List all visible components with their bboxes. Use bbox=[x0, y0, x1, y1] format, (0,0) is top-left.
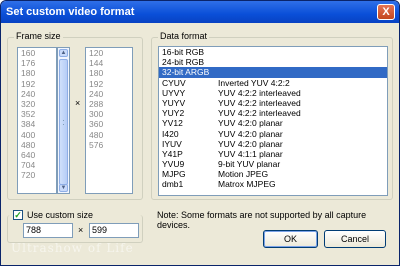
width-list-item[interactable]: 240 bbox=[18, 89, 56, 99]
height-list-item[interactable]: 144 bbox=[86, 58, 132, 68]
format-code: Y41P bbox=[162, 148, 183, 159]
format-code: YUY2 bbox=[162, 108, 185, 119]
data-format-item[interactable]: YV12 YUV 4:2:0 planar bbox=[159, 118, 387, 128]
width-list-item[interactable]: 480 bbox=[18, 140, 56, 150]
height-list-item[interactable]: 360 bbox=[86, 119, 132, 129]
data-format-item[interactable]: YVU9 9-bit YUV planar bbox=[159, 159, 387, 169]
data-format-item[interactable]: dmb1 Matrox MJPEG bbox=[159, 179, 387, 189]
format-description: Matrox MJPEG bbox=[218, 179, 276, 190]
custom-width-input[interactable]: 788 bbox=[23, 223, 73, 238]
frame-size-times: × bbox=[75, 98, 81, 108]
format-code: MJPG bbox=[162, 169, 186, 180]
format-support-note: Note: Some formats are not supported by … bbox=[157, 210, 367, 230]
format-code: 32-bit ARGB bbox=[162, 67, 210, 78]
frame-size-label: Frame size bbox=[14, 31, 63, 41]
data-format-item[interactable]: 24-bit RGB bbox=[159, 57, 387, 67]
data-format-item[interactable]: UYVY YUV 4:2:2 interleaved bbox=[159, 88, 387, 98]
cancel-button[interactable]: Cancel bbox=[324, 230, 386, 248]
height-list-item[interactable]: 120 bbox=[86, 48, 132, 58]
ok-button[interactable]: OK bbox=[263, 230, 318, 248]
data-format-item[interactable]: CYUV Inverted YUV 4:2:2 bbox=[159, 78, 387, 88]
watermark-text: Ultrashow of Life bbox=[11, 241, 134, 255]
data-format-item[interactable]: 16-bit RGB bbox=[159, 47, 387, 57]
format-code: YVU9 bbox=[162, 159, 185, 170]
data-format-item[interactable]: I420 YUV 4:2:0 planar bbox=[159, 129, 387, 139]
format-code: YV12 bbox=[162, 118, 183, 129]
format-description: Inverted YUV 4:2:2 bbox=[218, 77, 290, 88]
data-format-item[interactable]: Y41P YUV 4:1:1 planar bbox=[159, 149, 387, 159]
height-list-item[interactable]: 576 bbox=[86, 140, 132, 150]
data-format-list[interactable]: 16-bit RGB 24-bit RGB 32-bit ARGB CYUV Inver… bbox=[158, 46, 388, 196]
scroll-grip-icon bbox=[63, 120, 64, 125]
dialog-window: Set custom video format X Frame size 160… bbox=[0, 0, 400, 266]
format-description: YUV 4:2:2 interleaved bbox=[218, 97, 301, 108]
data-format-item[interactable]: YUY2 YUV 4:2:2 interleaved bbox=[159, 108, 387, 118]
width-list-item[interactable]: 180 bbox=[18, 68, 56, 78]
data-format-item[interactable]: 32-bit ARGB bbox=[159, 67, 387, 78]
height-list-item[interactable]: 180 bbox=[86, 68, 132, 78]
scroll-thumb[interactable] bbox=[59, 59, 68, 185]
width-list-item[interactable]: 160 bbox=[18, 48, 56, 58]
window-title: Set custom video format bbox=[6, 6, 135, 18]
format-code: dmb1 bbox=[162, 179, 184, 190]
data-format-item[interactable]: YUYV YUV 4:2:2 interleaved bbox=[159, 98, 387, 108]
format-description: YUV 4:2:0 planar bbox=[218, 118, 283, 129]
format-code: 16-bit RGB bbox=[162, 47, 205, 57]
format-description: YUV 4:2:2 interleaved bbox=[218, 108, 301, 119]
width-list-scrollbar[interactable]: ▲ ▼ bbox=[57, 47, 70, 194]
format-code: YUYV bbox=[162, 97, 186, 108]
scroll-up-button[interactable]: ▲ bbox=[59, 49, 68, 57]
format-code: 24-bit RGB bbox=[162, 57, 205, 68]
title-bar[interactable]: Set custom video format X bbox=[1, 1, 399, 23]
format-description: YUV 4:2:0 planar bbox=[218, 138, 283, 149]
scroll-down-button[interactable]: ▼ bbox=[59, 184, 68, 192]
width-list-item[interactable]: 320 bbox=[18, 99, 56, 109]
data-format-item[interactable]: MJPG Motion JPEG bbox=[159, 169, 387, 179]
height-list-item[interactable]: 192 bbox=[86, 79, 132, 89]
height-list-item[interactable]: 288 bbox=[86, 99, 132, 109]
width-list-item[interactable]: 352 bbox=[18, 109, 56, 119]
width-list-item[interactable]: 384 bbox=[18, 119, 56, 129]
format-description: YUV 4:2:2 interleaved bbox=[218, 87, 301, 98]
data-format-item[interactable]: IYUV YUV 4:2:0 planar bbox=[159, 139, 387, 149]
height-list[interactable]: 120 144 180 192 240 288 300 360 480 576 bbox=[85, 47, 133, 194]
format-code: CYUV bbox=[162, 77, 186, 88]
format-code: UYVY bbox=[162, 87, 186, 98]
width-list[interactable]: 160 176 180 192 240 320 352 384 400 480 640 704 720 bbox=[17, 47, 57, 194]
width-list-item[interactable]: 400 bbox=[18, 130, 56, 140]
width-list-item[interactable]: 720 bbox=[18, 170, 56, 180]
data-format-label: Data format bbox=[158, 31, 210, 41]
format-description: Motion JPEG bbox=[218, 169, 269, 180]
format-description: YUV 4:2:0 planar bbox=[218, 128, 283, 139]
height-list-item[interactable]: 240 bbox=[86, 89, 132, 99]
custom-size-times: × bbox=[78, 225, 84, 235]
format-code: IYUV bbox=[162, 138, 182, 149]
format-description: 9-bit YUV planar bbox=[218, 159, 281, 170]
width-list-item[interactable]: 192 bbox=[18, 79, 56, 89]
width-list-item[interactable]: 640 bbox=[18, 150, 56, 160]
custom-height-input[interactable]: 599 bbox=[89, 223, 139, 238]
height-list-item[interactable]: 300 bbox=[86, 109, 132, 119]
height-list-item[interactable]: 480 bbox=[86, 130, 132, 140]
width-list-item[interactable]: 176 bbox=[18, 58, 56, 68]
width-list-item[interactable]: 704 bbox=[18, 160, 56, 170]
close-button[interactable]: X bbox=[377, 4, 395, 20]
format-description: YUV 4:1:1 planar bbox=[218, 148, 283, 159]
format-code: I420 bbox=[162, 128, 179, 139]
